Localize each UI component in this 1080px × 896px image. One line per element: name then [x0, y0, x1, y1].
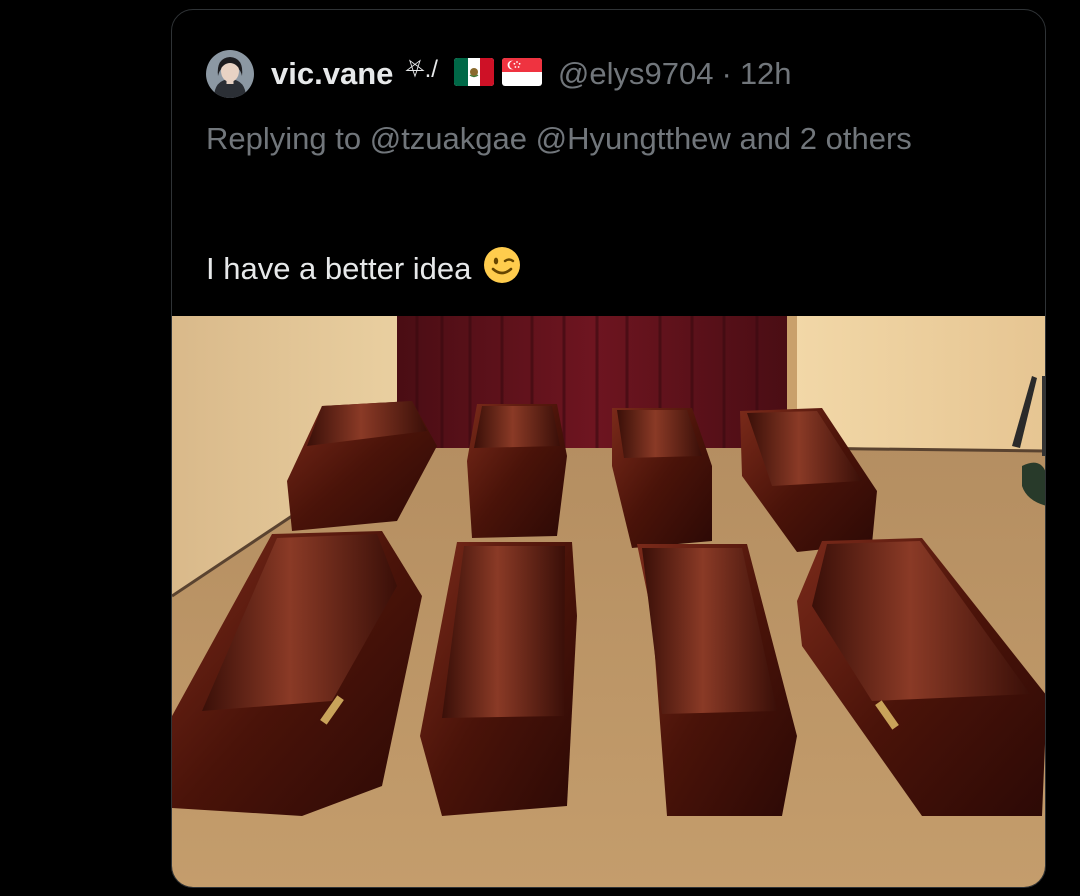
reply-mention-link[interactable]: @tzuakgae	[370, 121, 527, 156]
coffin-back-3	[612, 408, 712, 548]
author-display-name[interactable]: vic.vane	[271, 56, 393, 92]
replying-to-label: Replying to	[206, 121, 370, 156]
tweet-header: vic.vane ⛧./ @elys9704 · 12h	[206, 50, 792, 98]
time-separator: ·	[721, 56, 732, 91]
tweet-text-content: I have a better idea	[206, 251, 472, 286]
coffins-photo[interactable]	[172, 316, 1046, 888]
singapore-flag-icon	[501, 57, 542, 91]
coffin-back-2	[467, 404, 567, 538]
author-handle[interactable]: @elys9704	[558, 56, 714, 92]
replying-to-line: Replying to @tzuakgae @Hyungtthew and 2 …	[206, 113, 986, 165]
reply-others-link[interactable]: and 2 others	[731, 121, 911, 156]
tweet-card[interactable]: vic.vane ⛧./ @elys9704 · 12h Replying to…	[171, 9, 1046, 888]
tweet-timestamp[interactable]: 12h	[740, 56, 792, 92]
mexico-flag-icon	[453, 57, 494, 91]
author-name-decoration: ⛧./	[405, 56, 438, 83]
tweet-text: I have a better idea	[206, 246, 521, 292]
reply-mention-link[interactable]: @Hyungtthew	[536, 121, 731, 156]
avatar[interactable]	[206, 50, 254, 98]
winking-face-emoji	[483, 246, 521, 292]
